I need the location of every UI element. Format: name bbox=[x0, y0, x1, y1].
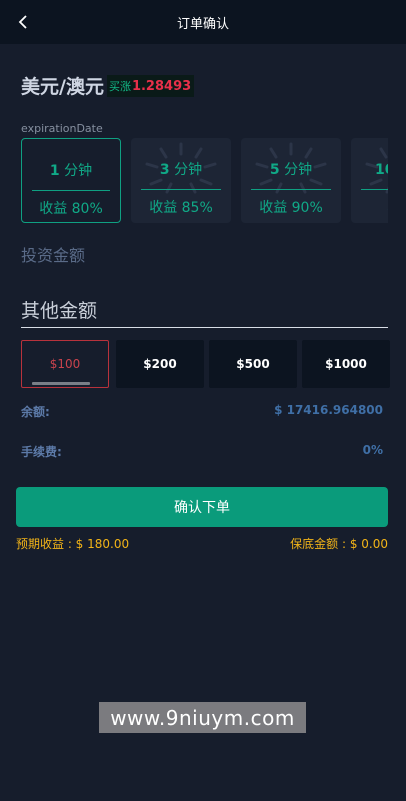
period-option-10min[interactable]: 10 分钟 收益 bbox=[351, 138, 388, 223]
amount-option-500[interactable]: $500 bbox=[209, 340, 297, 388]
page-title: 订单确认 bbox=[176, 16, 229, 32]
period-yield: 收益 90% bbox=[259, 200, 323, 216]
watermark: www.9niuym.com bbox=[99, 702, 306, 733]
expected-profit: 预期收益 : $ 180.00 bbox=[16, 537, 130, 551]
amount-presets: $100 $200 $500 $1000 bbox=[21, 340, 406, 388]
amount-option-200[interactable]: $200 bbox=[116, 340, 204, 388]
period-option-1min[interactable]: 1 分钟 收益 80% bbox=[21, 138, 121, 223]
period-yield: 收益 80% bbox=[39, 201, 103, 217]
price-badge: 买涨 1.28493 bbox=[106, 74, 195, 97]
period-divider bbox=[251, 189, 331, 190]
guaranteed-amount: 保底金额 : $ 0.00 bbox=[290, 537, 388, 551]
amount-option-100[interactable]: $100 bbox=[21, 340, 109, 388]
period-option-3min[interactable]: 3 分钟 收益 85% bbox=[131, 138, 231, 223]
period-divider bbox=[32, 190, 110, 191]
balance-value: $ 17416.964800 bbox=[274, 403, 383, 417]
fee-value: 0% bbox=[362, 443, 383, 457]
period-option-5min[interactable]: 5 分钟 收益 90% bbox=[241, 138, 341, 223]
period-time: 1 分钟 bbox=[49, 163, 93, 179]
fee-row: 手续费: 0% bbox=[21, 443, 383, 460]
header-bar: 订单确认 bbox=[0, 0, 406, 44]
period-yield: 收益 bbox=[351, 197, 388, 217]
amount-label: $100 bbox=[49, 357, 81, 371]
period-yield: 收益 85% bbox=[149, 200, 213, 216]
pair-info: 美元/澳元 买涨 1.28493 bbox=[21, 72, 195, 99]
period-divider bbox=[361, 189, 388, 190]
custom-amount-input[interactable]: 其他金额 bbox=[21, 296, 388, 328]
current-price: 1.28493 bbox=[131, 78, 192, 94]
period-time: 10 分钟 bbox=[375, 162, 388, 178]
amount-label: $200 bbox=[143, 357, 177, 371]
period-divider bbox=[141, 189, 221, 190]
invest-amount-label: 投资金额 bbox=[21, 246, 86, 265]
balance-row: 余额: $ 17416.964800 bbox=[21, 403, 383, 420]
period-selector: 1 分钟 收益 80% 3 分钟 收益 85% 5 分钟 收益 90% 1 bbox=[21, 138, 388, 224]
amount-option-1000[interactable]: $1000 bbox=[302, 340, 390, 388]
fee-label: 手续费: bbox=[21, 445, 62, 459]
amount-label: $500 bbox=[236, 357, 270, 371]
scroll-indicator bbox=[32, 382, 90, 385]
expiration-label: expirationDate bbox=[21, 122, 103, 135]
currency-pair-name: 美元/澳元 bbox=[21, 76, 104, 98]
period-time: 3 分钟 bbox=[159, 162, 203, 178]
confirm-order-button[interactable]: 确认下单 bbox=[16, 487, 388, 527]
balance-label: 余额: bbox=[21, 405, 50, 419]
back-arrow-icon[interactable] bbox=[14, 12, 32, 32]
period-time: 5 分钟 bbox=[269, 162, 313, 178]
amount-label: $1000 bbox=[325, 357, 367, 371]
direction-label: 买涨 bbox=[108, 80, 131, 93]
